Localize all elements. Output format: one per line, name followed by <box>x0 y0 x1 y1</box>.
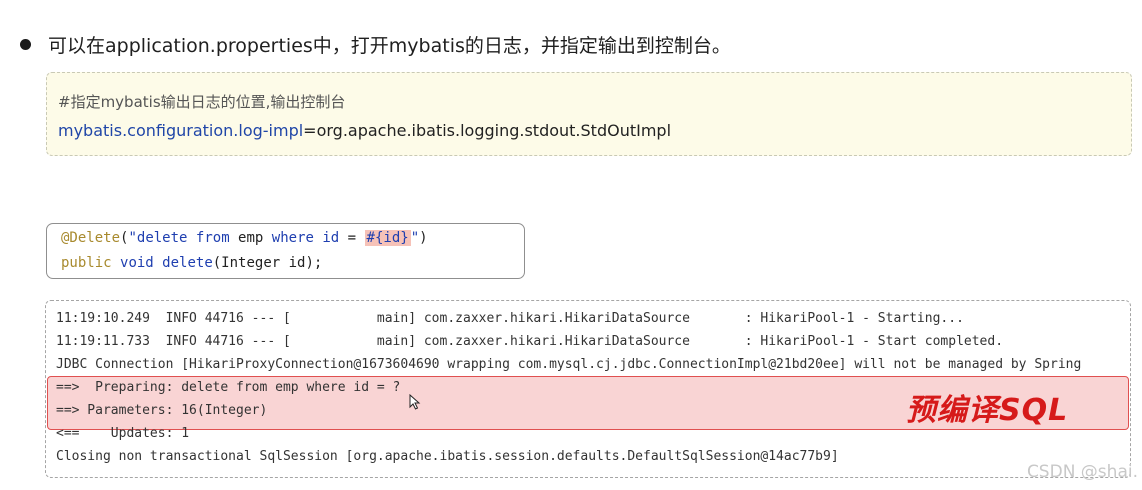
sql-table-name: emp <box>229 230 272 246</box>
quote-close: " <box>410 230 420 246</box>
delete-annotation: @Delete <box>61 230 121 246</box>
log-line: Closing non transactional SqlSession [or… <box>56 449 839 464</box>
bullet-item: 可以在application.properties中，打开mybatis的日志，… <box>20 30 731 58</box>
sql-equals: = <box>339 230 365 246</box>
sql-delete-keyword: delete <box>136 230 188 246</box>
sql-placeholder-highlight: #{id} <box>364 230 411 246</box>
watermark: CSDN @shai. <box>1026 462 1138 482</box>
log-line-preparing: ==> Preparing: delete from emp where id … <box>56 380 401 395</box>
log-line: JDBC Connection [HikariProxyConnection@1… <box>56 357 1082 372</box>
config-property-key: mybatis.configuration.log-impl <box>58 121 304 140</box>
config-comment: #指定mybatis输出日志的位置,输出控制台 <box>58 93 346 111</box>
log-line: 11:19:10.249 INFO 44716 --- [ main] com.… <box>56 311 964 326</box>
quote-open: " <box>128 230 137 246</box>
sql-where-keyword: where <box>271 230 314 246</box>
java-code-block: @Delete("delete from emp where id = #{id… <box>46 223 525 279</box>
console-log-block: 11:19:10.249 INFO 44716 --- [ main] com.… <box>45 300 1131 478</box>
code-line-method: public void delete(Integer id); <box>61 255 322 271</box>
method-args: (Integer id); <box>212 255 323 271</box>
precompiled-sql-stamp: 预编译SQL <box>906 393 1069 428</box>
sql-from-keyword: from <box>195 230 230 246</box>
sql-id-column: id <box>322 230 340 246</box>
log-line-updates: <== Updates: 1 <box>56 426 190 441</box>
log-line: 11:19:11.733 INFO 44716 --- [ main] com.… <box>56 334 1004 349</box>
bullet-text: 可以在application.properties中，打开mybatis的日志，… <box>48 34 731 57</box>
public-keyword: public <box>61 255 112 271</box>
config-property-line: mybatis.configuration.log-impl=org.apach… <box>58 121 671 140</box>
paren-close: ) <box>419 230 428 246</box>
config-property-value: org.apache.ibatis.logging.stdout.StdOutI… <box>316 121 672 140</box>
mouse-cursor-icon <box>409 394 421 410</box>
config-equals: = <box>303 121 317 140</box>
void-keyword: void <box>120 255 154 271</box>
config-code-block: #指定mybatis输出日志的位置,输出控制台 mybatis.configur… <box>46 72 1132 156</box>
method-name: delete <box>162 255 213 271</box>
log-line-parameters: ==> Parameters: 16(Integer) <box>56 403 268 418</box>
code-line-annotation: @Delete("delete from emp where id = #{id… <box>61 230 428 246</box>
bullet-dot-icon <box>20 38 31 50</box>
